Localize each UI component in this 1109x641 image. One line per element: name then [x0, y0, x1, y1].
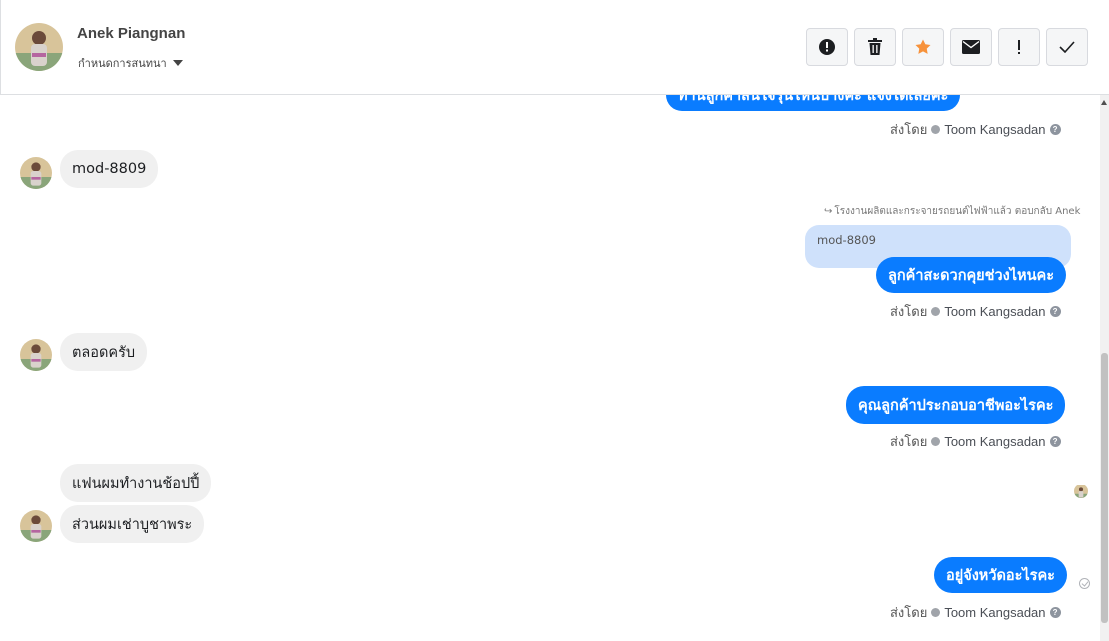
sent-check-icon: [1079, 578, 1090, 589]
message-text: คุณลูกค้าประกอบอาชีพอะไรคะ: [858, 397, 1054, 414]
important-button[interactable]: [998, 28, 1040, 66]
sent-by-label: ส่งโดย: [890, 122, 928, 137]
agent-name: Toom Kangsadan: [944, 434, 1046, 449]
scroll-up-arrow-icon[interactable]: [1101, 100, 1107, 105]
contact-name[interactable]: Anek Piangnan: [77, 25, 185, 42]
agent-name: Toom Kangsadan: [944, 304, 1046, 319]
caret-down-icon: [172, 60, 183, 66]
contact-avatar-small: [20, 510, 52, 542]
help-icon[interactable]: ?: [1049, 436, 1061, 447]
conversation-panel: Anek Piangnan กำหนดการสนทนา ท่านลูกค้าสน…: [0, 0, 1109, 641]
message-text: ลูกค้าสะดวกคุยช่วงไหนคะ: [888, 267, 1054, 284]
incoming-message[interactable]: ตลอดครับ: [60, 333, 148, 371]
reply-arrow-icon: ↪: [824, 206, 833, 217]
sent-by-line: ส่งโดย Toom Kangsadan ?: [890, 119, 1061, 140]
envelope-icon: [962, 40, 980, 54]
help-icon[interactable]: ?: [1049, 607, 1061, 618]
trash-icon: [868, 38, 882, 55]
incoming-message[interactable]: ส่วนผมเช่าบูชาพระ: [60, 505, 205, 543]
scrollbar-thumb[interactable]: [1101, 353, 1108, 623]
conversation-header: Anek Piangnan กำหนดการสนทนา: [0, 0, 1109, 95]
message-text: ส่วนผมเช่าบูชาพระ: [72, 516, 193, 533]
outgoing-message[interactable]: อยู่จังหวัดอะไรคะ: [934, 557, 1067, 593]
incoming-message[interactable]: mod-8809: [60, 150, 159, 188]
mark-unread-button[interactable]: [950, 28, 992, 66]
quoted-text: mod-8809: [817, 233, 876, 247]
seen-avatar: [1074, 484, 1088, 498]
spam-button[interactable]: [806, 28, 848, 66]
outgoing-message[interactable]: ท่านลูกค้าสนใจรุ่นไหนบ้างคะ แจ้งได้เลยค่…: [666, 95, 961, 111]
message-text: ท่านลูกค้าสนใจรุ่นไหนบ้างคะ แจ้งได้เลยค่…: [678, 95, 949, 104]
sent-by-label: ส่งโดย: [890, 605, 928, 620]
contact-avatar-small: [20, 157, 52, 189]
help-icon[interactable]: ?: [1049, 306, 1061, 317]
exclamation-circle-icon: [819, 39, 835, 55]
star-icon: [915, 39, 931, 54]
label-selector[interactable]: กำหนดการสนทนา: [78, 54, 183, 72]
done-button[interactable]: [1046, 28, 1088, 66]
agent-name: Toom Kangsadan: [944, 122, 1046, 137]
sent-by-line: ส่งโดย Toom Kangsadan ?: [890, 301, 1061, 322]
sent-by-label: ส่งโดย: [890, 304, 928, 319]
sent-by-line: ส่งโดย Toom Kangsadan ?: [890, 431, 1061, 452]
sent-by-label: ส่งโดย: [890, 434, 928, 449]
help-icon[interactable]: ?: [1049, 124, 1061, 135]
star-button[interactable]: [902, 28, 944, 66]
message-text: mod-8809: [72, 161, 147, 177]
reply-note-text: โรงงานผลิตและกระจายรถยนต์ไฟฟ้าแล้ว ตอบกล…: [834, 206, 1081, 217]
outgoing-message[interactable]: ลูกค้าสะดวกคุยช่วงไหนคะ: [876, 257, 1066, 293]
sent-by-line: ส่งโดย Toom Kangsadan ?: [890, 602, 1061, 623]
outgoing-message[interactable]: คุณลูกค้าประกอบอาชีพอะไรคะ: [846, 386, 1066, 424]
label-selector-text: กำหนดการสนทนา: [78, 57, 167, 70]
contact-avatar-small: [20, 339, 52, 371]
agent-name: Toom Kangsadan: [944, 605, 1046, 620]
scrollbar[interactable]: [1100, 95, 1109, 641]
contact-avatar[interactable]: [15, 23, 63, 71]
exclamation-icon: [1018, 40, 1020, 54]
verified-icon: [931, 437, 941, 446]
reply-note: ↪ โรงงานผลิตและกระจายรถยนต์ไฟฟ้าแล้ว ตอบ…: [824, 204, 1080, 219]
message-text: แฟนผมทำงานช้อปปี้: [72, 475, 200, 492]
verified-icon: [931, 125, 941, 134]
check-icon: [1059, 41, 1075, 53]
message-text: อยู่จังหวัดอะไรคะ: [946, 567, 1055, 584]
incoming-message[interactable]: แฟนผมทำงานช้อปปี้: [60, 464, 212, 502]
message-text: ตลอดครับ: [72, 344, 136, 361]
message-list[interactable]: ท่านลูกค้าสนใจรุ่นไหนบ้างคะ แจ้งได้เลยค่…: [0, 95, 1109, 641]
verified-icon: [931, 608, 941, 617]
verified-icon: [931, 307, 941, 316]
delete-button[interactable]: [854, 28, 896, 66]
action-toolbar: [806, 28, 1088, 66]
